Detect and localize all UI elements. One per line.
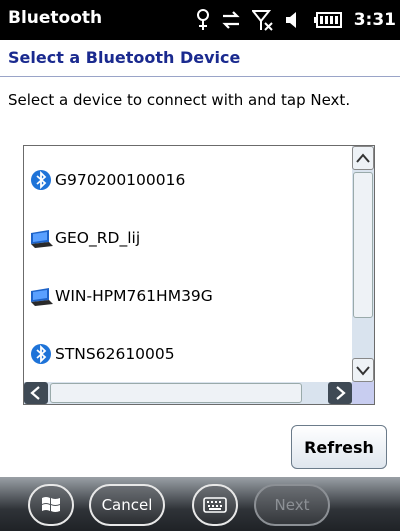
page-title: Select a Bluetooth Device [8, 48, 241, 67]
chevron-right-icon [336, 386, 346, 400]
scroll-down-button[interactable] [352, 358, 374, 382]
signal-antenna-icon [196, 9, 210, 31]
keyboard-button[interactable] [192, 484, 238, 526]
title-bar: Bluetooth 3:31 [0, 0, 400, 40]
keyboard-icon [203, 497, 227, 513]
bottom-bar: Cancel Next [0, 477, 400, 531]
page-header: Select a Bluetooth Device [0, 40, 400, 77]
device-name: WIN-HPM761HM39G [55, 287, 213, 305]
cancel-button[interactable]: Cancel [89, 484, 165, 526]
device-name: GEO_RD_lij [55, 229, 141, 247]
device-item[interactable]: WIN-HPM761HM39G [29, 281, 213, 311]
horizontal-scroll-thumb[interactable] [50, 383, 302, 403]
device-item[interactable]: GEO_RD_lij [29, 223, 140, 253]
computer-icon [29, 284, 53, 308]
scroll-left-button[interactable] [24, 382, 48, 404]
no-signal-icon [251, 9, 274, 31]
clock: 3:31 [353, 10, 396, 30]
scroll-right-button[interactable] [328, 382, 352, 404]
chevron-left-icon [30, 386, 40, 400]
instruction-text: Select a device to connect with and tap … [8, 91, 351, 109]
start-button[interactable] [28, 484, 74, 526]
battery-icon [313, 12, 342, 28]
device-list-area: G970200100016 GEO_RD_lij WIN-HPM761HM39G… [24, 146, 352, 382]
vertical-scroll-thumb[interactable] [353, 172, 373, 318]
windows-logo-icon [42, 497, 60, 512]
status-icons[interactable]: 3:31 [196, 6, 396, 34]
speaker-muted-icon [284, 9, 304, 31]
scrollbar-corner [352, 382, 374, 404]
next-button[interactable]: Next [254, 484, 330, 526]
device-name: G970200100016 [55, 171, 186, 189]
horizontal-scrollbar[interactable] [24, 382, 352, 404]
device-name: STNS62610005 [55, 345, 175, 363]
refresh-button[interactable]: Refresh [291, 425, 387, 469]
device-list[interactable]: G970200100016 GEO_RD_lij WIN-HPM761HM39G… [23, 145, 375, 405]
data-sync-icon [220, 9, 242, 31]
computer-icon [29, 226, 53, 250]
app-title: Bluetooth [8, 8, 103, 28]
chevron-down-icon [356, 366, 370, 376]
scroll-up-button[interactable] [352, 146, 374, 170]
bluetooth-icon [29, 342, 53, 366]
bluetooth-icon [29, 168, 53, 192]
device-item[interactable]: G970200100016 [29, 165, 185, 195]
chevron-up-icon [356, 153, 370, 163]
vertical-scrollbar[interactable] [352, 146, 374, 382]
device-item[interactable]: STNS62610005 [29, 339, 175, 369]
